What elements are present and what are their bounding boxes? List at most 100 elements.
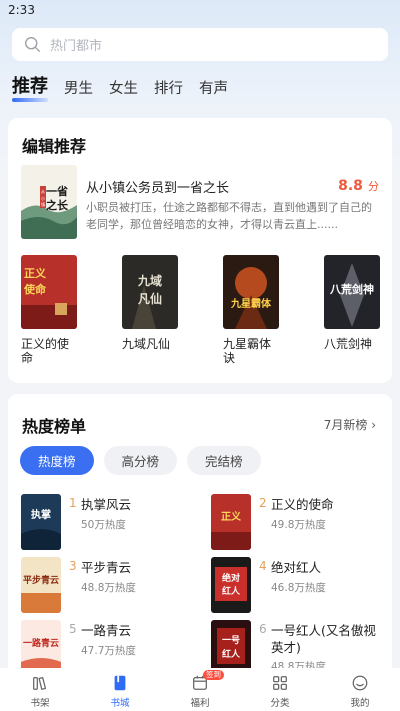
nav-label: 分类 [270, 698, 290, 709]
bottom-nav: 书架 书城 签到 福利 分类 我的 [0, 668, 400, 711]
tab-ranking[interactable]: 排行 [154, 79, 183, 99]
rank-item[interactable]: 正义 2 正义的使命 49.8万热度 [211, 494, 391, 554]
book-cover: 正义 使命 [21, 255, 77, 329]
rank-title: 平步青云 [81, 560, 132, 575]
bookshelf-icon [33, 676, 47, 690]
rank-heat: 48.8万热度 [81, 582, 136, 594]
score-unit: 分 [368, 180, 379, 193]
rank-heat: 46.8万热度 [271, 582, 326, 594]
book-cover: 九域 凡仙 [122, 255, 178, 329]
rank-item[interactable]: 执掌 1 执掌风云 50万热度 [21, 494, 201, 554]
rank-item[interactable]: 平步青云 3 平步青云 48.8万热度 [21, 557, 201, 617]
tab-female[interactable]: 女生 [109, 79, 138, 99]
rank-title: 正义的使命 [271, 497, 334, 512]
svg-text:八荒剑神: 八荒剑神 [329, 282, 374, 296]
book-cover: 九星霸体 [223, 255, 279, 329]
svg-text:绝对: 绝对 [222, 572, 240, 584]
svg-text:正义: 正义 [221, 510, 242, 523]
status-time: 2:33 [8, 3, 35, 17]
category-icon [273, 676, 287, 690]
svg-text:使命: 使命 [23, 282, 47, 296]
book-title: 九星霸体诀 [223, 337, 272, 365]
svg-text:执掌: 执掌 [31, 508, 51, 521]
monthly-ranking-link[interactable]: 7月新榜 › [324, 416, 376, 433]
svg-text:一路青云: 一路青云 [23, 637, 59, 649]
rank-title: 绝对红人 [271, 560, 322, 575]
rank-heat: 47.7万热度 [81, 645, 136, 657]
rank-item[interactable]: 绝对 红人 4 绝对红人 46.8万热度 [211, 557, 391, 617]
section-title: 编辑推荐 [22, 137, 87, 156]
pill-score[interactable]: 高分榜 [103, 446, 178, 475]
book-item[interactable]: 九星霸体 九星霸体诀 [223, 255, 281, 365]
book-item[interactable]: 九域 凡仙 九域凡仙 [122, 255, 180, 351]
featured-score: 8.8 分 [338, 175, 379, 194]
bookstore-icon [114, 675, 126, 691]
featured-desc: 小职员被打压，仕途之路都郁不得志，直到他遇到了自己的老同学，那位曾经暗恋的女神，… [86, 201, 372, 231]
svg-text:一省: 一省 [46, 184, 68, 198]
search-icon [25, 37, 40, 52]
tab-audio[interactable]: 有声 [199, 79, 228, 99]
svg-text:小: 小 [41, 195, 45, 201]
ranking-filter: 热度榜 高分榜 完结榜 [20, 446, 271, 475]
nav-welfare[interactable]: 签到 福利 [160, 668, 240, 711]
svg-text:正义: 正义 [24, 266, 47, 280]
rank-title: 执掌风云 [81, 497, 132, 512]
rank-title: 一号红人(又名傲视英才) [271, 623, 376, 655]
svg-text:之长: 之长 [46, 198, 69, 212]
book-title: 八荒剑神 [324, 337, 373, 351]
rank-number: 5 [69, 622, 77, 636]
tab-male[interactable]: 男生 [64, 79, 93, 99]
nav-bookshelf[interactable]: 书架 [0, 668, 80, 711]
editor-recommend-card: 编辑推荐 从 小 镇 一省 之长 从小镇公务员到一省之长 8.8 分 小职员被打… [8, 118, 392, 383]
section-title: 热度榜单 [22, 417, 87, 436]
hot-ranking-card: 热度榜单 7月新榜 › 热度榜 高分榜 完结榜 执掌 1 执掌风云 50万热度 … [8, 394, 392, 684]
book-cover: 平步青云 [21, 557, 61, 613]
nav-category[interactable]: 分类 [240, 668, 320, 711]
featured-book[interactable]: 从 小 镇 一省 之长 从小镇公务员到一省之长 8.8 分 小职员被打压，仕途之… [21, 165, 379, 239]
tab-recommend[interactable]: 推荐 [12, 75, 48, 102]
rank-number: 4 [259, 559, 267, 573]
status-bar: 2:33 [0, 0, 400, 24]
svg-text:九星霸体: 九星霸体 [230, 297, 272, 310]
book-cover: 执掌 [21, 494, 61, 550]
svg-text:镇: 镇 [41, 201, 45, 207]
pill-finished[interactable]: 完结榜 [187, 446, 261, 475]
book-item[interactable]: 正义 使命 正义的使命 [21, 255, 79, 365]
svg-text:红人: 红人 [222, 585, 241, 597]
svg-text:从: 从 [41, 189, 45, 194]
featured-title: 从小镇公务员到一省之长 [86, 181, 230, 196]
svg-text:一号: 一号 [222, 635, 240, 646]
rank-heat: 50万热度 [81, 519, 126, 531]
more-label: 7月新榜 [323, 418, 368, 432]
rank-title: 一路青云 [81, 623, 132, 638]
book-cover: 从 小 镇 一省 之长 [21, 165, 77, 239]
rank-number: 2 [259, 496, 267, 510]
nav-label: 书架 [30, 698, 50, 709]
profile-icon [352, 675, 368, 691]
nav-profile[interactable]: 我的 [320, 668, 400, 711]
svg-text:九域: 九域 [137, 273, 162, 288]
svg-text:凡仙: 凡仙 [138, 291, 162, 306]
book-title: 正义的使命 [21, 337, 70, 365]
svg-text:平步青云: 平步青云 [23, 574, 59, 586]
nav-bookstore[interactable]: 书城 [80, 668, 160, 711]
search-bar[interactable]: 热门都市 [12, 28, 388, 61]
search-placeholder: 热门都市 [50, 39, 103, 54]
editor-book-row: 正义 使命 正义的使命 九域 凡仙 九域凡仙 九星霸体 九星霸体诀 八荒剑神 八… [21, 255, 381, 375]
nav-label: 书城 [110, 698, 130, 709]
rank-number: 3 [69, 559, 77, 573]
signin-badge: 签到 [203, 670, 224, 680]
book-title: 九域凡仙 [122, 337, 171, 351]
nav-label: 我的 [350, 698, 370, 709]
rank-heat: 49.8万热度 [271, 519, 326, 531]
svg-text:红人: 红人 [222, 648, 241, 660]
book-item[interactable]: 八荒剑神 八荒剑神 [324, 255, 382, 351]
top-tabs: 推荐 男生 女生 排行 有声 [12, 73, 244, 102]
chevron-right-icon: › [371, 418, 376, 432]
rank-number: 6 [259, 622, 267, 636]
score-value: 8.8 [338, 178, 363, 194]
book-cover: 绝对 红人 [211, 557, 251, 613]
pill-hot[interactable]: 热度榜 [20, 446, 94, 475]
book-cover: 八荒剑神 [324, 255, 380, 329]
nav-label: 福利 [190, 698, 210, 709]
